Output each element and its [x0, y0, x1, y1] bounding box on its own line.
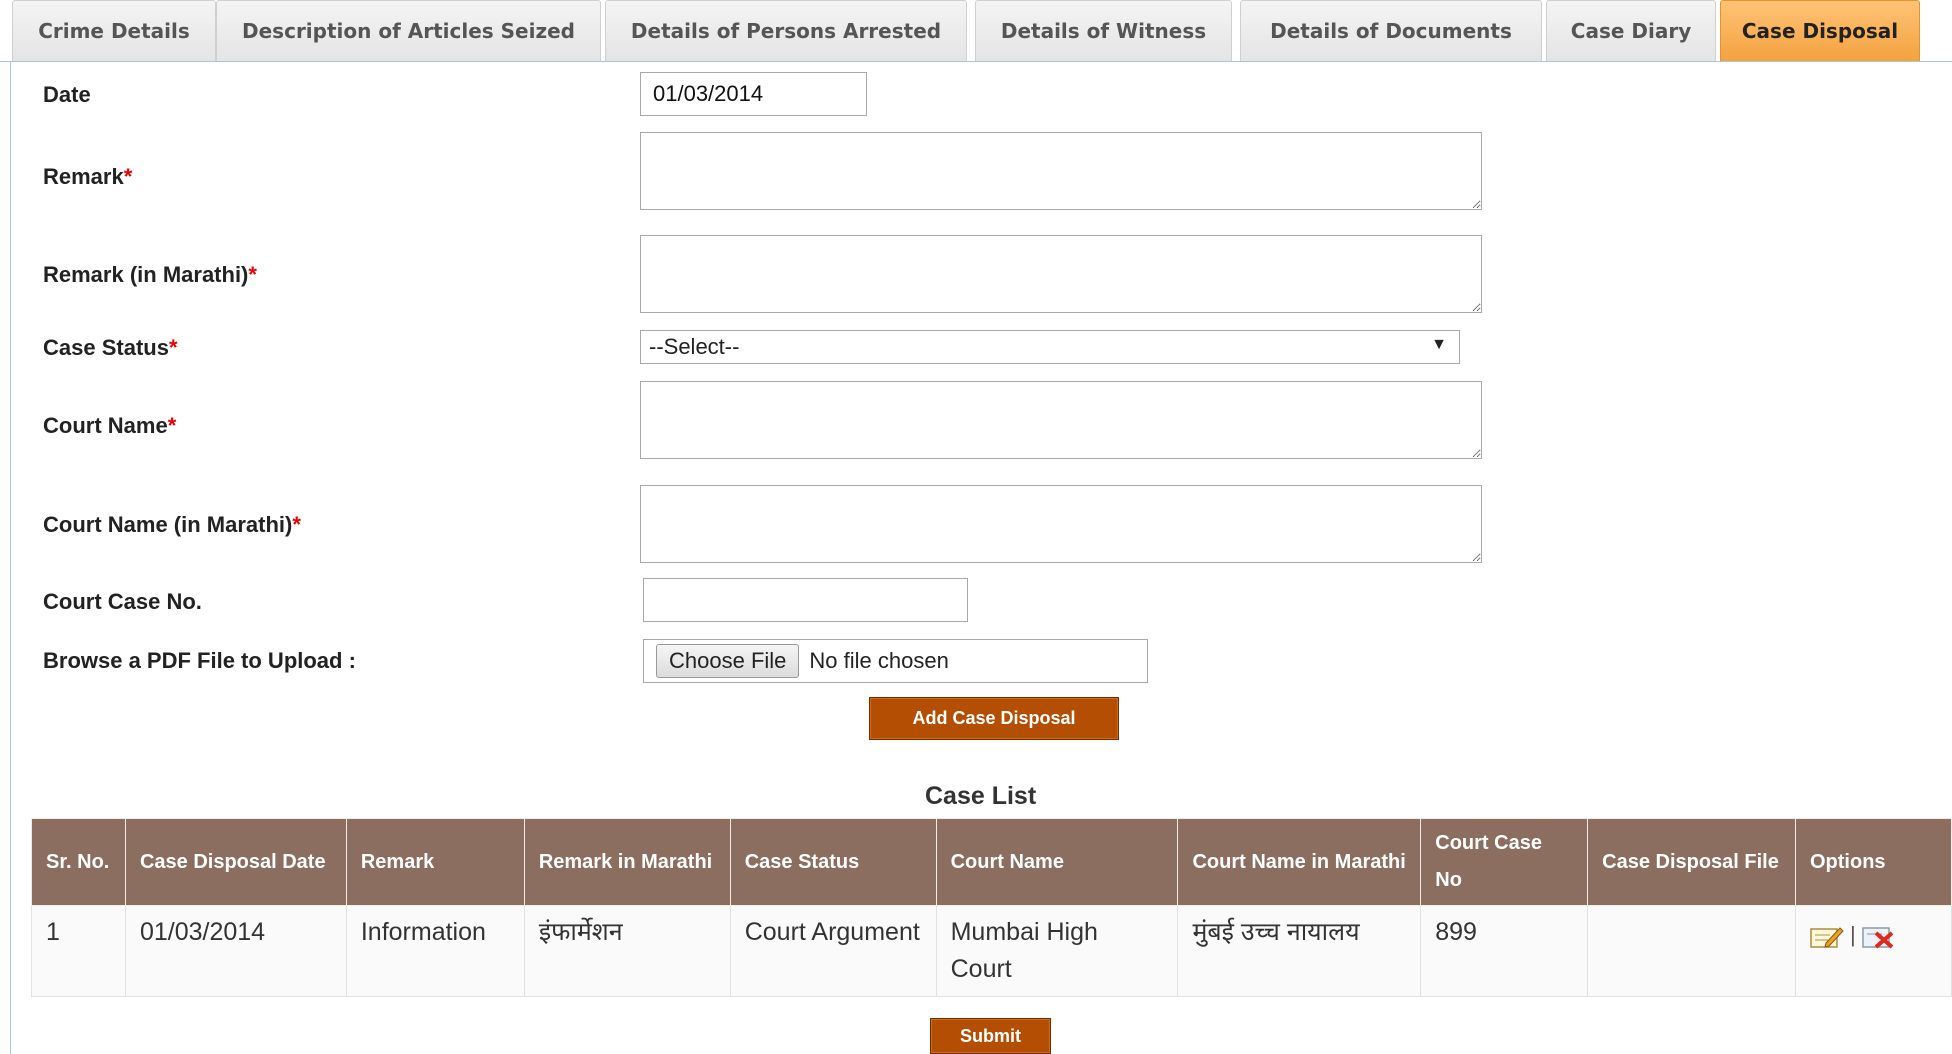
tab-case-disposal[interactable]: Case Disposal — [1720, 0, 1920, 61]
cell-remark-marathi: इंफार्मेशन — [523, 905, 731, 997]
col-header-court-name-marathi: Court Name in Marathi — [1177, 818, 1422, 906]
tab-witness[interactable]: Details of Witness — [975, 0, 1232, 61]
required-mark: * — [168, 335, 178, 360]
tab-persons-arrested[interactable]: Details of Persons Arrested — [605, 0, 967, 61]
required-mark: * — [123, 164, 133, 189]
remark-textarea[interactable] — [640, 132, 1482, 210]
case-status-select[interactable]: --Select-- ▼ — [640, 330, 1460, 364]
tab-documents[interactable]: Details of Documents — [1240, 0, 1542, 61]
cell-court-case-no: 899 — [1420, 905, 1589, 997]
edit-icon[interactable] — [1810, 923, 1844, 948]
case-status-label-text: Case Status — [43, 335, 169, 360]
delete-icon[interactable] — [1861, 923, 1896, 949]
col-header-disposal-date: Case Disposal Date — [124, 818, 347, 906]
remark-marathi-label-text: Remark (in Marathi) — [43, 262, 249, 287]
date-label: Date — [43, 82, 91, 107]
case-list-title: Case List — [925, 782, 1037, 810]
court-name-marathi-label: Court Name (in Marathi)* — [43, 512, 301, 538]
case-status-label: Case Status* — [43, 335, 178, 361]
court-name-marathi-label-text: Court Name (in Marathi) — [43, 512, 293, 537]
cell-remark: Information — [345, 905, 525, 997]
tab-articles-seized[interactable]: Description of Articles Seized — [216, 0, 601, 61]
court-case-no-input[interactable] — [643, 578, 968, 622]
cell-court-name-marathi: मुंबई उच्च नायालय — [1177, 905, 1422, 997]
required-mark: * — [292, 512, 301, 537]
remark-label: Remark* — [43, 164, 132, 190]
court-name-label: Court Name* — [43, 413, 176, 439]
date-input[interactable]: 01/03/2014 — [640, 72, 867, 116]
court-name-label-text: Court Name — [43, 413, 168, 438]
table-header-row: Sr. No. Case Disposal Date Remark Remark… — [31, 818, 1952, 906]
remark-marathi-label: Remark (in Marathi)* — [43, 262, 257, 288]
col-header-remark: Remark — [345, 818, 525, 906]
tab-case-diary[interactable]: Case Diary — [1546, 0, 1716, 61]
file-upload-field: Choose File No file chosen — [643, 639, 1148, 683]
submit-button[interactable]: Submit — [930, 1018, 1051, 1054]
choose-file-button[interactable]: Choose File — [656, 644, 800, 678]
table-row: 1 01/03/2014 Information इंफार्मेशन Cour… — [31, 905, 1952, 997]
col-header-disposal-file: Case Disposal File — [1587, 818, 1796, 906]
cell-court-name: Mumbai High Court — [935, 905, 1179, 997]
remark-label-text: Remark — [43, 164, 124, 189]
cell-disposal-date: 01/03/2014 — [124, 905, 347, 997]
cell-case-status: Court Argument — [729, 905, 937, 997]
tab-crime-details[interactable]: Crime Details — [12, 0, 216, 61]
court-name-marathi-textarea[interactable] — [640, 485, 1482, 563]
col-header-court-name: Court Name — [935, 818, 1179, 906]
required-mark: * — [248, 262, 257, 287]
options-separator: | — [1850, 922, 1856, 947]
col-header-case-status: Case Status — [729, 818, 937, 906]
col-header-remark-marathi: Remark in Marathi — [523, 818, 731, 906]
court-name-textarea[interactable] — [640, 381, 1482, 459]
cell-options: | — [1795, 905, 1952, 997]
case-list-table: Sr. No. Case Disposal Date Remark Remark… — [31, 818, 1952, 997]
cell-sr-no: 1 — [31, 905, 126, 997]
tab-bar: Crime Details Description of Articles Se… — [0, 0, 1952, 62]
cell-disposal-file — [1587, 905, 1796, 997]
col-header-sr-no: Sr. No. — [31, 818, 126, 906]
required-mark: * — [167, 413, 177, 438]
add-case-disposal-button[interactable]: Add Case Disposal — [869, 697, 1119, 740]
dropdown-arrow-icon: ▼ — [1431, 336, 1447, 353]
case-status-selected: --Select-- — [649, 334, 740, 359]
col-header-options: Options — [1795, 818, 1952, 906]
court-case-no-label: Court Case No. — [43, 589, 202, 614]
no-file-text: No file chosen — [809, 648, 949, 673]
browse-pdf-label: Browse a PDF File to Upload : — [43, 648, 356, 673]
remark-marathi-textarea[interactable] — [640, 235, 1482, 313]
col-header-court-case-no: Court Case No — [1420, 818, 1589, 906]
